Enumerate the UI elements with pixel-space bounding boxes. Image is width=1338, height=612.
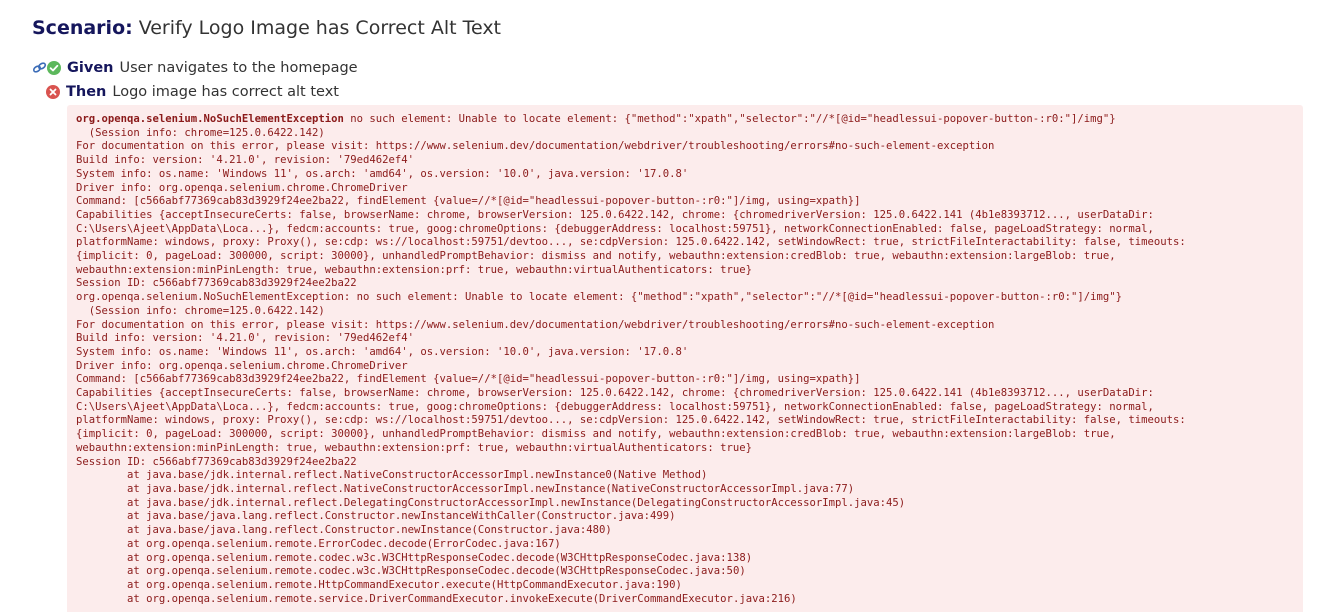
error-details: org.openqa.selenium.NoSuchElementExcepti… <box>67 105 1303 612</box>
link-icon[interactable] <box>32 61 47 75</box>
scenario-title: Scenario: Verify Logo Image has Correct A… <box>32 16 501 40</box>
step-then: Then Logo image has correct alt text <box>46 82 339 102</box>
exception-name: org.openqa.selenium.NoSuchElementExcepti… <box>76 113 344 125</box>
step-keyword: Given <box>67 60 114 76</box>
error-message: no such element: Unable to locate elemen… <box>76 113 1186 605</box>
stack-trace: org.openqa.selenium.NoSuchElementExcepti… <box>67 105 1303 612</box>
scenario-name: Verify Logo Image has Correct Alt Text <box>138 17 502 39</box>
step-given: Given User navigates to the homepage <box>32 58 358 78</box>
check-circle-icon <box>47 61 61 75</box>
step-text: User navigates to the homepage <box>119 60 358 76</box>
step-keyword: Then <box>66 84 107 100</box>
step-text: Logo image has correct alt text <box>112 84 339 100</box>
error-circle-icon <box>46 85 60 99</box>
scenario-keyword: Scenario: <box>32 17 133 39</box>
